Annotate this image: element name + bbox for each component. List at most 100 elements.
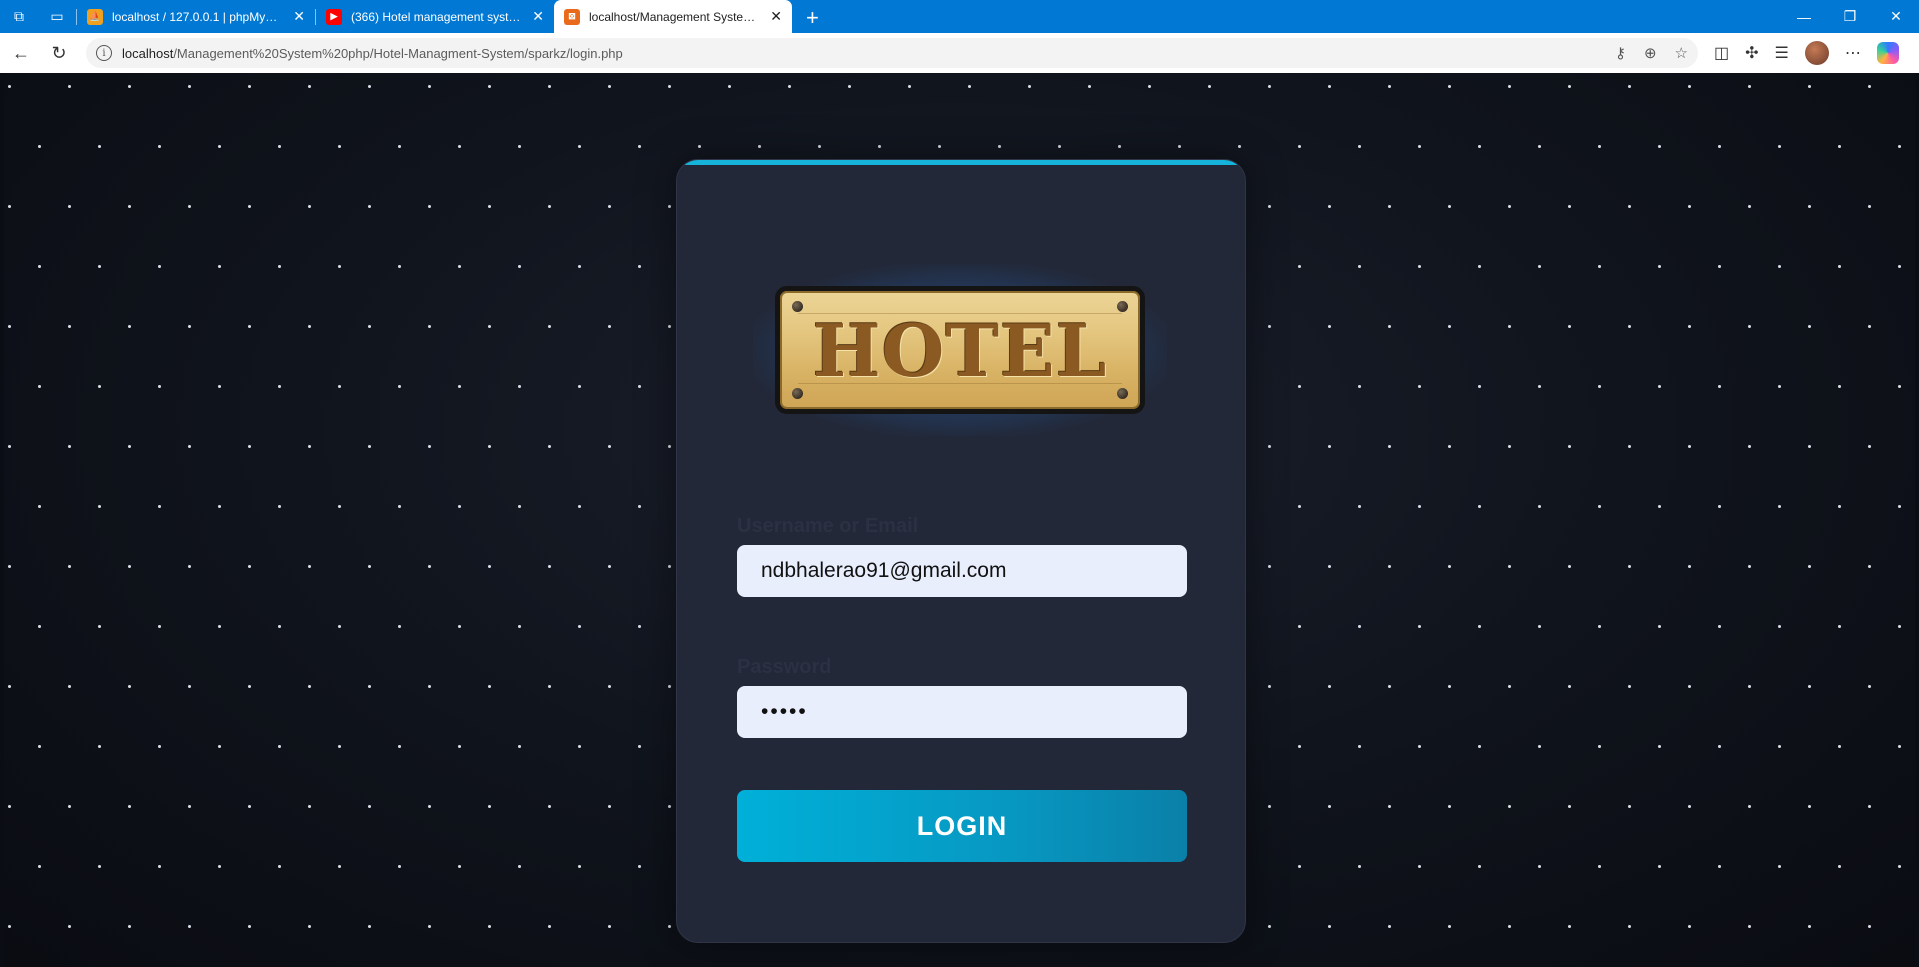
star-dot — [1718, 625, 1721, 628]
star-dot — [1868, 805, 1871, 808]
address-bar: ← ↻ i localhost /Management%20System%20p… — [0, 33, 1919, 73]
star-dot — [158, 145, 161, 148]
star-dot — [1478, 625, 1481, 628]
star-dot — [338, 745, 341, 748]
star-dot — [248, 925, 251, 928]
star-dot — [1748, 685, 1751, 688]
tab-login-page[interactable]: ⊠ localhost/Management System php ✕ — [554, 0, 792, 33]
star-dot — [1658, 505, 1661, 508]
star-dot — [488, 925, 491, 928]
star-dot — [1838, 385, 1841, 388]
password-key-icon[interactable]: ⚷ — [1615, 44, 1626, 62]
star-dot — [1748, 85, 1751, 88]
close-icon[interactable]: ✕ — [532, 8, 544, 25]
tab-phpmyadmin[interactable]: ⛵ localhost / 127.0.0.1 | phpMyAdmin ✕ — [77, 0, 315, 33]
star-dot — [398, 865, 401, 868]
star-dot — [218, 865, 221, 868]
star-dot — [608, 805, 611, 808]
copilot-icon[interactable] — [1876, 42, 1899, 64]
star-dot — [1808, 85, 1811, 88]
profile-avatar[interactable] — [1804, 41, 1829, 65]
star-dot — [1358, 265, 1361, 268]
login-button[interactable]: LOGIN — [737, 790, 1187, 862]
star-dot — [548, 205, 551, 208]
star-dot — [1268, 445, 1271, 448]
star-dot — [518, 745, 521, 748]
star-dot — [188, 565, 191, 568]
hotel-logo: HOTEL — [753, 264, 1167, 436]
restore-icon[interactable]: ❐ — [1827, 0, 1873, 33]
star-dot — [428, 85, 431, 88]
star-dot — [1598, 745, 1601, 748]
star-dot — [1268, 805, 1271, 808]
url-field[interactable]: i localhost /Management%20System%20php/H… — [86, 38, 1698, 68]
star-dot — [1748, 325, 1751, 328]
star-dot — [1778, 625, 1781, 628]
tab-actions-icon[interactable]: ▭ — [46, 5, 68, 27]
site-info-icon[interactable]: i — [96, 45, 112, 61]
extensions-icon[interactable]: ✣ — [1745, 43, 1758, 63]
star-dot — [1568, 445, 1571, 448]
star-dot — [338, 625, 341, 628]
star-dot — [1268, 565, 1271, 568]
tab-title: localhost / 127.0.0.1 | phpMyAdmin — [112, 9, 285, 24]
star-dot — [1538, 385, 1541, 388]
star-dot — [1658, 745, 1661, 748]
star-dot — [278, 145, 281, 148]
workspaces-icon[interactable]: ⧉ — [8, 5, 30, 27]
star-dot — [1688, 445, 1691, 448]
star-dot — [1688, 685, 1691, 688]
browser-titlebar: ⧉ ▭ ⛵ localhost / 127.0.0.1 | phpMyAdmin… — [0, 0, 1919, 33]
star-dot — [428, 205, 431, 208]
favorites-icon[interactable]: ☰ — [1775, 43, 1789, 63]
star-dot — [1478, 505, 1481, 508]
star-dot — [278, 265, 281, 268]
close-icon[interactable]: ✕ — [770, 8, 782, 25]
star-dot — [1838, 505, 1841, 508]
favorite-star-icon[interactable]: ☆ — [1675, 44, 1688, 62]
more-menu-icon[interactable]: ⋯ — [1845, 43, 1861, 63]
password-field[interactable]: ••••• — [737, 686, 1187, 738]
login-card: HOTEL Username or Email ndbhalerao91@gma… — [676, 159, 1246, 943]
star-dot — [668, 925, 671, 928]
star-dot — [1838, 745, 1841, 748]
star-dot — [518, 505, 521, 508]
star-dot — [1868, 325, 1871, 328]
star-dot — [188, 685, 191, 688]
star-dot — [8, 805, 11, 808]
star-dot — [1898, 145, 1901, 148]
star-dot — [968, 85, 971, 88]
star-dot — [1388, 685, 1391, 688]
username-field[interactable]: ndbhalerao91@gmail.com — [737, 545, 1187, 597]
star-dot — [1568, 685, 1571, 688]
star-dot — [68, 205, 71, 208]
star-dot — [188, 925, 191, 928]
star-dot — [518, 265, 521, 268]
star-dot — [1328, 325, 1331, 328]
back-icon[interactable]: ← — [4, 36, 38, 70]
star-dot — [1328, 925, 1331, 928]
star-dot — [248, 685, 251, 688]
star-dot — [668, 565, 671, 568]
star-dot — [1598, 265, 1601, 268]
star-dot — [1328, 85, 1331, 88]
star-dot — [8, 205, 11, 208]
refresh-icon[interactable]: ↻ — [42, 36, 76, 70]
star-dot — [68, 445, 71, 448]
tab-youtube[interactable]: ▶ (366) Hotel management system ✕ — [316, 0, 554, 33]
star-dot — [638, 505, 641, 508]
star-dot — [1358, 505, 1361, 508]
star-dot — [1418, 145, 1421, 148]
zoom-icon[interactable]: ⊕ — [1644, 44, 1657, 62]
star-dot — [8, 445, 11, 448]
star-dot — [1628, 205, 1631, 208]
split-screen-icon[interactable]: ◫ — [1714, 43, 1729, 63]
star-dot — [1748, 445, 1751, 448]
star-dot — [608, 925, 611, 928]
minimize-icon[interactable]: — — [1781, 0, 1827, 33]
star-dot — [488, 205, 491, 208]
star-dot — [1448, 205, 1451, 208]
new-tab-button[interactable]: + — [806, 7, 819, 29]
close-icon[interactable]: ✕ — [293, 8, 305, 25]
close-window-icon[interactable]: ✕ — [1873, 0, 1919, 33]
